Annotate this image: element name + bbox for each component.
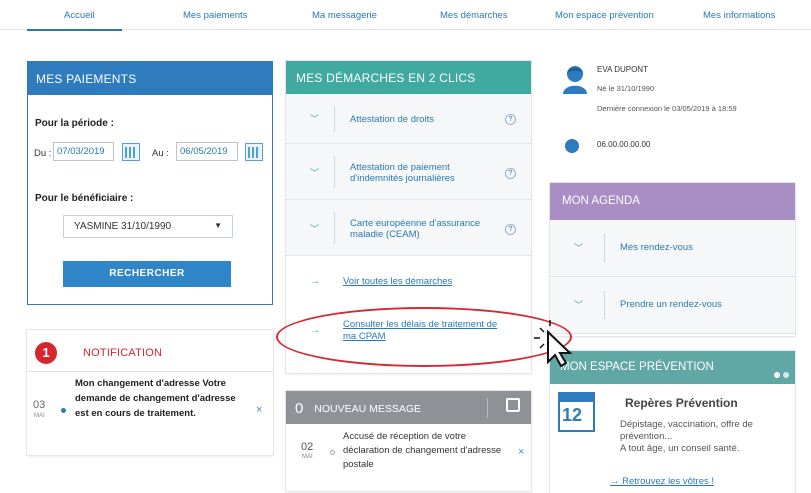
tab-mes-informations[interactable]: Mes informations	[703, 10, 775, 21]
user-avatar-icon	[563, 66, 587, 94]
prevention-heading: Repères Prévention	[625, 396, 738, 410]
chevron-down-icon: ﹀	[310, 114, 320, 124]
arrow-right-icon: →	[310, 276, 320, 287]
message-day: 02	[301, 441, 314, 453]
demarche-item-ceam[interactable]: ﹀ Carte européenne d'assurance maladie (…	[286, 200, 531, 256]
notification-title: NOTIFICATION	[83, 347, 163, 359]
page: Accueil Mes paiements Ma messagerie Mes …	[0, 0, 811, 493]
help-icon[interactable]: ?	[505, 224, 516, 235]
notification-message[interactable]: Mon changement d'adresse Votre demande d…	[75, 376, 245, 421]
phone-number: 06.00.00.00.00	[597, 140, 651, 149]
from-label: Du :	[34, 148, 52, 159]
agenda-item-rendez-vous[interactable]: ﹀ Mes rendez-vous	[550, 220, 795, 277]
separator	[487, 398, 488, 418]
read-dot	[330, 450, 335, 455]
notification-day: 03	[33, 399, 46, 411]
notification-card: 1 NOTIFICATION 03 MAI Mon changement d'a…	[27, 330, 273, 455]
message-text[interactable]: Accusé de réception de votre déclaration…	[343, 430, 503, 472]
calendar-header	[560, 394, 593, 402]
close-icon[interactable]: ×	[518, 446, 524, 458]
separator	[334, 106, 335, 132]
profile-card: EVA DUPONT Né le 31/10/1990 Dernière con…	[550, 54, 795, 172]
chevron-down-icon: ﹀	[574, 300, 584, 310]
demarche-item-attestation-droits[interactable]: ﹀ Attestation de droits ?	[286, 94, 531, 144]
top-navigation: Accueil Mes paiements Ma messagerie Mes …	[0, 0, 811, 31]
to-label: Au :	[152, 148, 169, 159]
payments-card: MES PAIEMENTS Pour la période : Du : 07/…	[27, 61, 273, 305]
separator	[334, 156, 335, 188]
message-count: 0	[295, 400, 304, 417]
from-date-input[interactable]: 07/03/2019	[53, 142, 114, 161]
close-icon[interactable]: ×	[256, 404, 262, 416]
divider	[27, 371, 273, 372]
prevention-desc-line-1: Dépistage, vaccination, offre de prévent…	[620, 419, 753, 442]
demarches-title: MES DÉMARCHES EN 2 CLICS	[286, 61, 531, 94]
calendar-number: 12	[562, 405, 583, 425]
agenda-card: MON AGENDA ﹀ Mes rendez-vous ﹀ Prendre u…	[550, 183, 795, 336]
tab-mes-demarches[interactable]: Mes démarches	[440, 10, 508, 21]
from-calendar-icon[interactable]	[122, 143, 140, 161]
tab-mon-espace-prevention[interactable]: Mon espace prévention	[555, 10, 654, 21]
active-tab-indicator	[27, 29, 122, 31]
agenda-item-label: Mes rendez-vous	[620, 242, 693, 253]
demarche-label: Carte européenne d'assurance maladie (CE…	[350, 218, 481, 240]
prevention-description: Dépistage, vaccination, offre de prévent…	[620, 419, 790, 455]
beneficiary-label: Pour le bénéficiaire :	[35, 193, 134, 204]
chevron-down-icon: ﹀	[310, 168, 320, 178]
chevron-down-icon: ▼	[214, 221, 222, 230]
prevention-desc-line-2: A tout âge, un conseil santé.	[620, 443, 740, 454]
chevron-down-icon: ﹀	[574, 243, 584, 253]
last-login: Dernière connexion le 03/05/2019 à 18:59	[597, 104, 737, 113]
prevention-card: MON ESPACE PRÉVENTION 12 Repères Prévent…	[550, 351, 795, 493]
search-button[interactable]: RECHERCHER	[63, 261, 231, 287]
notification-count-badge: 1	[35, 342, 57, 364]
to-calendar-icon[interactable]	[245, 143, 263, 161]
calendar-icon: 12	[558, 392, 595, 432]
link-label[interactable]: Voir toutes les démarches	[343, 276, 452, 288]
tab-accueil[interactable]: Accueil	[64, 10, 95, 21]
unread-dot	[61, 408, 66, 413]
demarche-label: Attestation de paiement d'indemnités jou…	[350, 162, 455, 184]
messages-header: 0 NOUVEAU MESSAGE	[286, 391, 531, 424]
carousel-dots[interactable]	[771, 365, 789, 383]
demarche-label: Attestation de droits	[350, 114, 434, 125]
help-icon[interactable]: ?	[505, 114, 516, 125]
beneficiary-value: YASMINE 31/10/1990	[74, 221, 172, 232]
edit-icon[interactable]	[506, 398, 520, 412]
highlight-ellipse	[276, 307, 572, 367]
user-name: EVA DUPONT	[597, 65, 648, 74]
cursor-pointer-icon	[534, 320, 573, 368]
help-icon[interactable]: ?	[505, 168, 516, 179]
tab-mes-paiements[interactable]: Mes paiements	[183, 10, 247, 21]
payments-title: MES PAIEMENTS	[28, 62, 272, 95]
user-birthdate: Né le 31/10/1990	[597, 84, 655, 93]
agenda-item-label: Prendre un rendez-vous	[620, 299, 722, 310]
messages-card: 0 NOUVEAU MESSAGE 02 MAI Accusé de récep…	[286, 391, 531, 491]
messages-title: NOUVEAU MESSAGE	[314, 403, 422, 415]
to-date-input[interactable]: 06/05/2019	[176, 142, 238, 161]
notification-month: MAI	[34, 413, 45, 419]
separator	[604, 234, 605, 262]
message-month: MAI	[302, 454, 313, 460]
agenda-title: MON AGENDA	[550, 183, 795, 220]
prevention-more-link[interactable]: → Retrouvez les vôtres !	[610, 476, 714, 487]
period-label: Pour la période :	[35, 118, 114, 129]
phone-icon	[565, 139, 579, 153]
beneficiary-select[interactable]: YASMINE 31/10/1990 ▼	[63, 215, 233, 238]
separator	[334, 212, 335, 244]
separator	[604, 291, 605, 319]
chevron-down-icon: ﹀	[310, 224, 320, 234]
demarche-item-indemnites[interactable]: ﹀ Attestation de paiement d'indemnités j…	[286, 144, 531, 200]
tab-ma-messagerie[interactable]: Ma messagerie	[312, 10, 377, 21]
